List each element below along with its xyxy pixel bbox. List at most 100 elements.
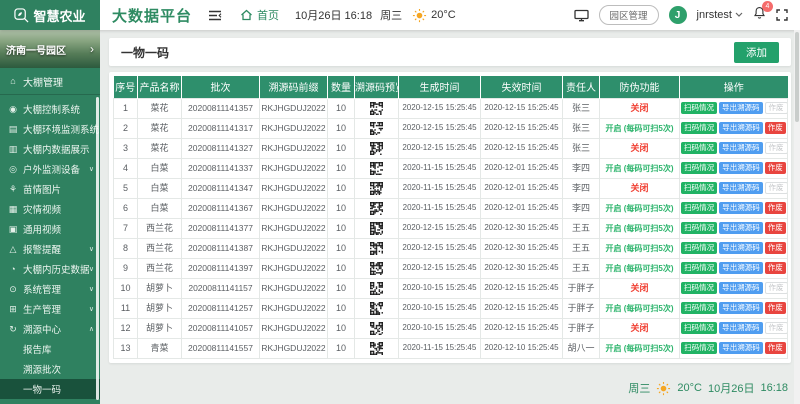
hamburger-menu-icon[interactable] — [208, 10, 222, 21]
sidebar-item-报警提醒[interactable]: △报警提醒∨ — [0, 239, 100, 259]
sidebar-item-大棚内历史数据[interactable]: ◔大棚内历史数据∨ — [0, 259, 100, 279]
export-code-button[interactable]: 导出溯源码 — [719, 102, 763, 115]
sidebar-item-溯源中心[interactable]: ↻溯源中心∧ — [0, 319, 100, 339]
cell-created-time: 2020-10-15 15:25:45 — [399, 318, 481, 338]
scan-status-button[interactable]: 扫码情况 — [681, 342, 717, 355]
scan-status-button[interactable]: 扫码情况 — [681, 182, 717, 195]
export-code-button[interactable]: 导出溯源码 — [719, 322, 763, 335]
export-code-button[interactable]: 导出溯源码 — [719, 242, 763, 255]
sidebar-item-系统管理[interactable]: ⊙系统管理∨ — [0, 279, 100, 299]
anti-fake-status: 关闭 — [630, 323, 648, 333]
cell-product-name: 胡萝卜 — [138, 298, 182, 318]
export-code-button[interactable]: 导出溯源码 — [719, 342, 763, 355]
sidebar-scrollbar[interactable] — [96, 97, 99, 400]
void-button[interactable]: 作废 — [765, 342, 786, 355]
sidebar-item-label: 灾情视频 — [23, 202, 61, 216]
sidebar-item-通用视频[interactable]: ▣通用视频 — [0, 219, 100, 239]
fullscreen-icon[interactable] — [776, 9, 788, 21]
scan-status-button[interactable]: 扫码情况 — [681, 162, 717, 175]
scan-status-button[interactable]: 扫码情况 — [681, 262, 717, 275]
cell-qr-preview[interactable] — [355, 338, 399, 358]
chevron-up-icon: ∧ — [89, 325, 94, 333]
cell-qr-preview[interactable] — [355, 238, 399, 258]
sidebar-item-生产管理[interactable]: ⊞生产管理∨ — [0, 299, 100, 319]
column-header: 防伪功能 — [600, 76, 680, 98]
cell-index: 10 — [114, 278, 138, 298]
sidebar-item-灾情视频[interactable]: ▦灾情视频 — [0, 199, 100, 219]
export-code-button[interactable]: 导出溯源码 — [719, 202, 763, 215]
void-button[interactable]: 作废 — [765, 302, 786, 315]
monitor-icon[interactable] — [574, 9, 589, 22]
add-button[interactable]: 添加 — [734, 42, 779, 63]
footer-weekday: 周三 — [628, 380, 650, 396]
avatar[interactable]: J — [669, 6, 687, 24]
sidebar-item-溯源批次[interactable]: 溯源批次 — [0, 359, 100, 379]
cell-qr-preview[interactable] — [355, 118, 399, 138]
username-menu[interactable]: jnrstest — [697, 9, 743, 21]
void-button[interactable]: 作废 — [765, 262, 786, 275]
cell-owner: 张三 — [563, 98, 600, 118]
cell-qr-preview[interactable] — [355, 198, 399, 218]
sidebar-item-label: 生产管理 — [23, 302, 61, 316]
sidebar-item-报告库[interactable]: 报告库 — [0, 339, 100, 359]
scan-status-button[interactable]: 扫码情况 — [681, 282, 717, 295]
export-code-button[interactable]: 导出溯源码 — [719, 162, 763, 175]
cell-quantity: 10 — [328, 198, 355, 218]
cell-code-prefix: RKJHGDUJ2022 — [260, 118, 328, 138]
scan-status-button[interactable]: 扫码情况 — [681, 202, 717, 215]
sidebar-item-大棚管理[interactable]: ⌂大棚管理 — [0, 68, 100, 94]
export-code-button[interactable]: 导出溯源码 — [719, 262, 763, 275]
cell-owner: 张三 — [563, 138, 600, 158]
scan-status-button[interactable]: 扫码情况 — [681, 222, 717, 235]
void-button[interactable]: 作废 — [765, 242, 786, 255]
scan-status-button[interactable]: 扫码情况 — [681, 102, 717, 115]
sidebar-item-户外监测设备[interactable]: ◎户外监测设备∨ — [0, 159, 100, 179]
cell-qr-preview[interactable] — [355, 318, 399, 338]
cell-qr-preview[interactable] — [355, 218, 399, 238]
park-manage-button[interactable]: 园区管理 — [599, 5, 659, 25]
cell-anti-fake: 开启 (每码可扫5次) — [600, 238, 680, 258]
cell-product-name: 菜花 — [138, 138, 182, 158]
cell-index: 13 — [114, 338, 138, 358]
scan-status-button[interactable]: 扫码情况 — [681, 142, 717, 155]
sidebar-item-一物一码[interactable]: 一物一码 — [0, 379, 100, 399]
cell-operations: 扫码情况导出溯源码作废 — [680, 338, 788, 358]
cell-operations: 扫码情况导出溯源码作废 — [680, 98, 788, 118]
logo-icon — [14, 8, 29, 23]
scan-status-button[interactable]: 扫码情况 — [681, 322, 717, 335]
page-scrollbar-thumb[interactable] — [795, 32, 799, 122]
page-scrollbar[interactable] — [794, 30, 800, 404]
void-button[interactable]: 作废 — [765, 162, 786, 175]
table-row: 3菜花20200811141327RKJHGDUJ2022102020-12-1… — [114, 138, 788, 158]
export-code-button[interactable]: 导出溯源码 — [719, 222, 763, 235]
park-selector[interactable]: 济南一号园区 › — [0, 30, 100, 68]
cell-qr-preview[interactable] — [355, 98, 399, 118]
cell-qr-preview[interactable] — [355, 278, 399, 298]
cell-qr-preview[interactable] — [355, 158, 399, 178]
cell-qr-preview[interactable] — [355, 258, 399, 278]
cell-qr-preview[interactable] — [355, 298, 399, 318]
void-button[interactable]: 作废 — [765, 202, 786, 215]
void-button[interactable]: 作废 — [765, 222, 786, 235]
export-code-button[interactable]: 导出溯源码 — [719, 142, 763, 155]
column-header: 数量 — [328, 76, 355, 98]
sidebar-item-大棚内数据展示[interactable]: ▥大棚内数据展示 — [0, 139, 100, 159]
export-code-button[interactable]: 导出溯源码 — [719, 182, 763, 195]
cell-qr-preview[interactable] — [355, 138, 399, 158]
export-code-button[interactable]: 导出溯源码 — [719, 122, 763, 135]
qr-code-icon — [370, 322, 383, 335]
void-button[interactable]: 作废 — [765, 122, 786, 135]
home-nav[interactable]: 首页 — [240, 7, 279, 23]
cell-qr-preview[interactable] — [355, 178, 399, 198]
scan-status-button[interactable]: 扫码情况 — [681, 242, 717, 255]
scan-status-button[interactable]: 扫码情况 — [681, 302, 717, 315]
sidebar-item-大棚控制系统[interactable]: ◉大棚控制系统 — [0, 99, 100, 119]
notifications[interactable]: 4 — [753, 6, 766, 25]
chevron-down-icon: ∨ — [89, 245, 94, 253]
scan-status-button[interactable]: 扫码情况 — [681, 122, 717, 135]
cell-product-name: 胡萝卜 — [138, 278, 182, 298]
export-code-button[interactable]: 导出溯源码 — [719, 302, 763, 315]
sidebar-item-苗情图片[interactable]: ⚘苗情图片 — [0, 179, 100, 199]
export-code-button[interactable]: 导出溯源码 — [719, 282, 763, 295]
sidebar-item-大棚环境监测系统[interactable]: ▤大棚环境监测系统 — [0, 119, 100, 139]
